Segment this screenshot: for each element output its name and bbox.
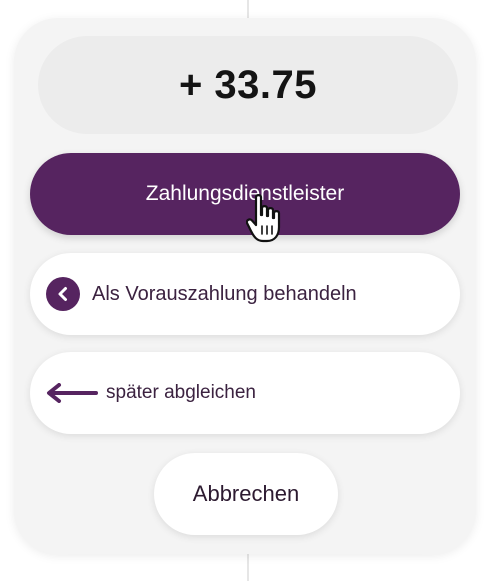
cancel-button[interactable]: Abbrechen xyxy=(154,453,338,535)
amount-display: + 33.75 xyxy=(38,36,458,134)
cancel-label: Abbrechen xyxy=(192,481,300,506)
reconcile-later-button[interactable]: später abgleichen xyxy=(30,352,460,434)
hand-pointer-cursor xyxy=(245,193,286,252)
divider-line-bottom xyxy=(247,552,249,581)
amount-value: + 33.75 xyxy=(178,62,318,107)
arrow-left-icon xyxy=(46,383,98,403)
treat-as-prepayment-label: Als Vorauszahlung behandeln xyxy=(92,282,357,305)
payment-provider-button[interactable]: Zahlungsdienstleister xyxy=(30,153,460,235)
chevron-left-circle-icon xyxy=(46,277,80,311)
reconcile-later-label: später abgleichen xyxy=(106,382,256,403)
treat-as-prepayment-button[interactable]: Als Vorauszahlung behandeln xyxy=(30,253,460,335)
payment-provider-label: Zahlungsdienstleister xyxy=(145,182,345,205)
